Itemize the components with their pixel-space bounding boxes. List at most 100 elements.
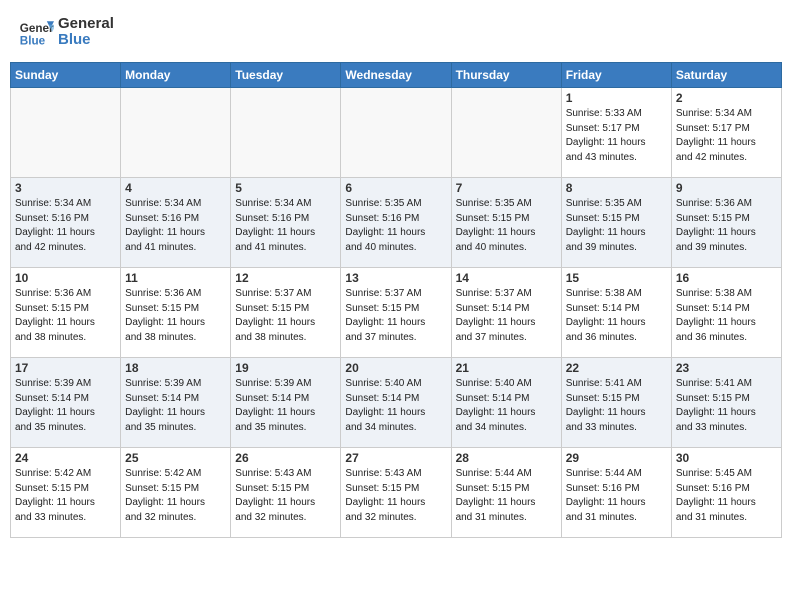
day-info: Sunrise: 5:34 AM Sunset: 5:16 PM Dayligh… [235, 197, 336, 255]
logo: General Blue General Blue [18, 14, 114, 50]
day-number: 8 [566, 181, 667, 195]
calendar-day-15: 15 Sunrise: 5:38 AM Sunset: 5:14 PM Dayli… [561, 268, 671, 358]
logo-line1: General [58, 16, 114, 33]
calendar-day-10: 10Sunrise: 5:36 AM Sunset: 5:15 PM Dayli… [11, 268, 121, 358]
calendar-day-20: 20 Sunrise: 5:40 AM Sunset: 5:14 PM Dayli… [341, 358, 451, 448]
day-info: Sunrise: 5:34 AM Sunset: 5:16 PM Dayligh… [125, 197, 226, 255]
day-number: 9 [676, 181, 777, 195]
calendar-day-29: 29 Sunrise: 5:44 AM Sunset: 5:16 PM Dayli… [561, 448, 671, 538]
day-info: Sunrise: 5:35 AM Sunset: 5:16 PM Dayligh… [345, 197, 446, 255]
calendar-day-28: 28 Sunrise: 5:44 AM Sunset: 5:15 PM Dayli… [451, 448, 561, 538]
day-number: 4 [125, 181, 226, 195]
calendar-day-empty [341, 88, 451, 178]
day-number: 12 [235, 271, 336, 285]
calendar-day-empty [231, 88, 341, 178]
day-info: Sunrise: 5:39 AM Sunset: 5:14 PM Dayligh… [15, 377, 116, 435]
day-info: Sunrise: 5:45 AM Sunset: 5:16 PM Dayligh… [676, 467, 777, 525]
day-number: 18 [125, 361, 226, 375]
day-number: 22 [566, 361, 667, 375]
svg-text:Blue: Blue [20, 35, 46, 48]
day-info: Sunrise: 5:40 AM Sunset: 5:14 PM Dayligh… [456, 377, 557, 435]
day-number: 16 [676, 271, 777, 285]
calendar-day-11: 11Sunrise: 5:36 AM Sunset: 5:15 PM Dayli… [121, 268, 231, 358]
calendar-day-23: 23Sunrise: 5:41 AM Sunset: 5:15 PM Dayli… [671, 358, 781, 448]
day-header-thursday: Thursday [451, 63, 561, 88]
day-number: 24 [15, 451, 116, 465]
calendar-day-empty [11, 88, 121, 178]
day-header-friday: Friday [561, 63, 671, 88]
logo-icon: General Blue [18, 14, 54, 50]
day-info: Sunrise: 5:35 AM Sunset: 5:15 PM Dayligh… [456, 197, 557, 255]
calendar-day-3: 3Sunrise: 5:34 AM Sunset: 5:16 PM Daylig… [11, 178, 121, 268]
day-info: Sunrise: 5:36 AM Sunset: 5:15 PM Dayligh… [676, 197, 777, 255]
calendar-week-1: 1Sunrise: 5:33 AM Sunset: 5:17 PM Daylig… [11, 88, 782, 178]
calendar-day-13: 13 Sunrise: 5:37 AM Sunset: 5:15 PM Dayli… [341, 268, 451, 358]
day-info: Sunrise: 5:39 AM Sunset: 5:14 PM Dayligh… [235, 377, 336, 435]
calendar-day-4: 4 Sunrise: 5:34 AM Sunset: 5:16 PM Daylig… [121, 178, 231, 268]
day-info: Sunrise: 5:44 AM Sunset: 5:16 PM Dayligh… [566, 467, 667, 525]
day-number: 20 [345, 361, 446, 375]
day-number: 11 [125, 271, 226, 285]
day-number: 6 [345, 181, 446, 195]
day-header-tuesday: Tuesday [231, 63, 341, 88]
calendar-day-9: 9 Sunrise: 5:36 AM Sunset: 5:15 PM Daylig… [671, 178, 781, 268]
day-header-saturday: Saturday [671, 63, 781, 88]
day-number: 5 [235, 181, 336, 195]
logo-line2: Blue [58, 32, 114, 49]
day-info: Sunrise: 5:37 AM Sunset: 5:14 PM Dayligh… [456, 287, 557, 345]
calendar-day-18: 18Sunrise: 5:39 AM Sunset: 5:14 PM Dayli… [121, 358, 231, 448]
day-info: Sunrise: 5:38 AM Sunset: 5:14 PM Dayligh… [676, 287, 777, 345]
day-number: 2 [676, 91, 777, 105]
calendar-week-2: 3 Sunrise: 5:34 AM Sunset: 5:16 PM Daylig… [11, 178, 782, 268]
calendar-day-empty [121, 88, 231, 178]
calendar-day-5: 5 Sunrise: 5:34 AM Sunset: 5:16 PM Daylig… [231, 178, 341, 268]
calendar-day-empty [451, 88, 561, 178]
day-number: 13 [345, 271, 446, 285]
calendar-week-3: 10Sunrise: 5:36 AM Sunset: 5:15 PM Dayli… [11, 268, 782, 358]
day-number: 17 [15, 361, 116, 375]
calendar-day-14: 14Sunrise: 5:37 AM Sunset: 5:14 PM Dayli… [451, 268, 561, 358]
day-info: Sunrise: 5:43 AM Sunset: 5:15 PM Dayligh… [345, 467, 446, 525]
day-info: Sunrise: 5:37 AM Sunset: 5:15 PM Dayligh… [235, 287, 336, 345]
calendar-day-24: 24Sunrise: 5:42 AM Sunset: 5:15 PM Dayli… [11, 448, 121, 538]
calendar-day-22: 22Sunrise: 5:41 AM Sunset: 5:15 PM Dayli… [561, 358, 671, 448]
day-info: Sunrise: 5:41 AM Sunset: 5:15 PM Dayligh… [676, 377, 777, 435]
calendar-day-2: 2 Sunrise: 5:34 AM Sunset: 5:17 PM Daylig… [671, 88, 781, 178]
calendar-day-16: 16 Sunrise: 5:38 AM Sunset: 5:14 PM Dayli… [671, 268, 781, 358]
day-header-wednesday: Wednesday [341, 63, 451, 88]
calendar-day-1: 1Sunrise: 5:33 AM Sunset: 5:17 PM Daylig… [561, 88, 671, 178]
day-number: 28 [456, 451, 557, 465]
calendar-day-21: 21 Sunrise: 5:40 AM Sunset: 5:14 PM Dayli… [451, 358, 561, 448]
calendar-day-26: 26Sunrise: 5:43 AM Sunset: 5:15 PM Dayli… [231, 448, 341, 538]
day-info: Sunrise: 5:37 AM Sunset: 5:15 PM Dayligh… [345, 287, 446, 345]
day-number: 21 [456, 361, 557, 375]
day-info: Sunrise: 5:34 AM Sunset: 5:17 PM Dayligh… [676, 107, 777, 165]
day-number: 15 [566, 271, 667, 285]
calendar-week-5: 24Sunrise: 5:42 AM Sunset: 5:15 PM Dayli… [11, 448, 782, 538]
day-number: 29 [566, 451, 667, 465]
calendar-day-17: 17 Sunrise: 5:39 AM Sunset: 5:14 PM Dayli… [11, 358, 121, 448]
calendar-day-12: 12 Sunrise: 5:37 AM Sunset: 5:15 PM Dayli… [231, 268, 341, 358]
calendar-day-30: 30 Sunrise: 5:45 AM Sunset: 5:16 PM Dayli… [671, 448, 781, 538]
day-info: Sunrise: 5:44 AM Sunset: 5:15 PM Dayligh… [456, 467, 557, 525]
page-header: General Blue General Blue [10, 10, 782, 54]
day-info: Sunrise: 5:35 AM Sunset: 5:15 PM Dayligh… [566, 197, 667, 255]
day-info: Sunrise: 5:38 AM Sunset: 5:14 PM Dayligh… [566, 287, 667, 345]
calendar-day-7: 7 Sunrise: 5:35 AM Sunset: 5:15 PM Daylig… [451, 178, 561, 268]
day-number: 25 [125, 451, 226, 465]
day-number: 3 [15, 181, 116, 195]
day-number: 30 [676, 451, 777, 465]
day-header-sunday: Sunday [11, 63, 121, 88]
day-info: Sunrise: 5:43 AM Sunset: 5:15 PM Dayligh… [235, 467, 336, 525]
calendar-day-19: 19 Sunrise: 5:39 AM Sunset: 5:14 PM Dayli… [231, 358, 341, 448]
day-number: 1 [566, 91, 667, 105]
calendar-header-row: SundayMondayTuesdayWednesdayThursdayFrid… [11, 63, 782, 88]
calendar-week-4: 17 Sunrise: 5:39 AM Sunset: 5:14 PM Dayli… [11, 358, 782, 448]
day-number: 7 [456, 181, 557, 195]
calendar-day-6: 6 Sunrise: 5:35 AM Sunset: 5:16 PM Daylig… [341, 178, 451, 268]
day-info: Sunrise: 5:36 AM Sunset: 5:15 PM Dayligh… [15, 287, 116, 345]
day-number: 19 [235, 361, 336, 375]
calendar-day-25: 25Sunrise: 5:42 AM Sunset: 5:15 PM Dayli… [121, 448, 231, 538]
calendar-table: SundayMondayTuesdayWednesdayThursdayFrid… [10, 62, 782, 538]
day-info: Sunrise: 5:40 AM Sunset: 5:14 PM Dayligh… [345, 377, 446, 435]
